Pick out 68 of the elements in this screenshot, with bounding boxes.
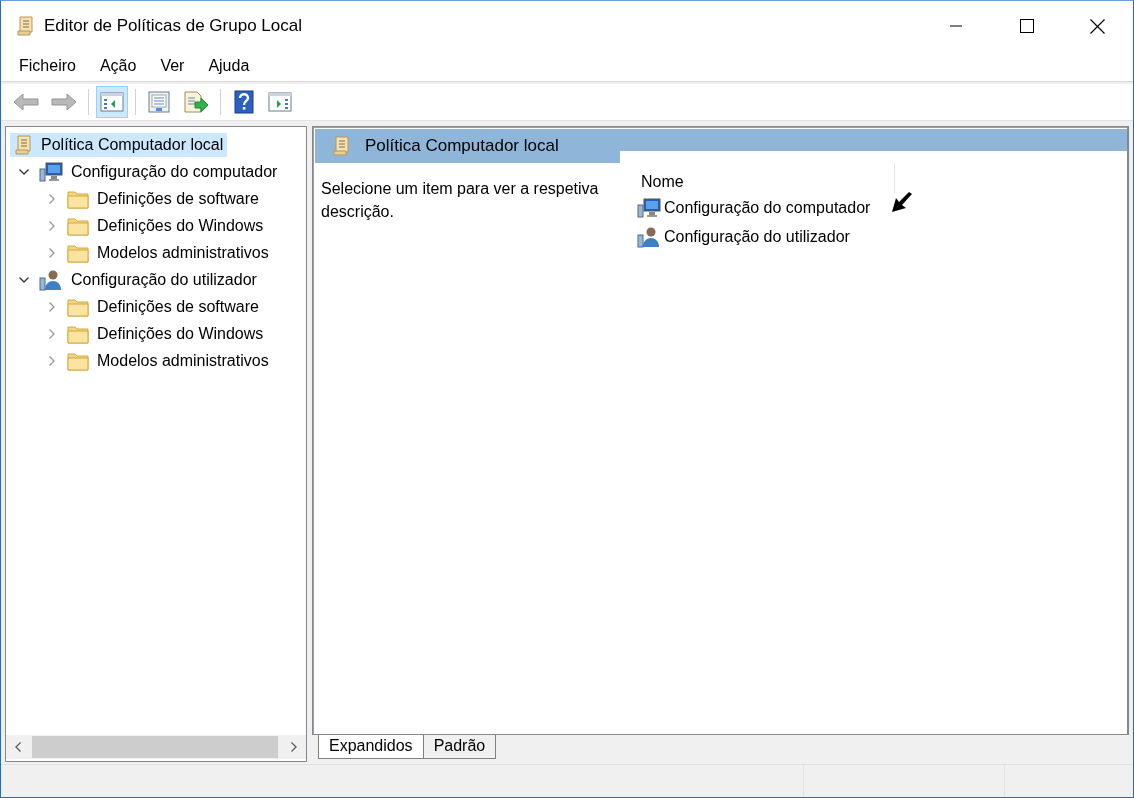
- menu-item[interactable]: Ação: [87, 57, 149, 75]
- list-item-label: Configuração do utilizador: [664, 227, 850, 246]
- tree-item-label: Modelos administrativos: [97, 351, 269, 370]
- tree-item-label: Definições de software: [97, 297, 259, 316]
- action-pane-icon: [268, 92, 292, 112]
- menu-item[interactable]: Ajuda: [196, 57, 262, 75]
- chevron-right-icon: [49, 355, 55, 366]
- minimize-icon: [949, 25, 962, 27]
- toolbar-button[interactable]: [96, 86, 128, 118]
- folder-icon: [67, 242, 89, 263]
- pane-header-title: Política Computador local: [365, 136, 559, 156]
- description-text: Selecione um item para ver a respetiva descrição.: [321, 179, 600, 222]
- tree-item[interactable]: Definições de software: [64, 295, 263, 318]
- folder-icon: [67, 323, 89, 344]
- tree-item-label: Configuração do computador: [71, 162, 278, 181]
- user-icon: [637, 225, 661, 248]
- tree-item[interactable]: Modelos administrativos: [64, 241, 273, 264]
- tree-item[interactable]: Política Computador local: [10, 132, 228, 157]
- folder-icon: [67, 215, 89, 236]
- window-title: Editor de Políticas de Grupo Local: [44, 16, 302, 36]
- scroll-icon: [331, 135, 351, 157]
- scroll-icon: [13, 133, 33, 156]
- folder-icon: [67, 296, 89, 317]
- scroll-right-icon[interactable]: [291, 742, 297, 752]
- help-icon: [234, 90, 254, 114]
- back-arrow-icon: [13, 92, 39, 112]
- chevron-right-icon: [49, 220, 55, 231]
- app-icon: [15, 15, 35, 37]
- menu-item[interactable]: Ficheiro: [7, 57, 88, 75]
- tree-item-label: Política Computador local: [41, 135, 224, 154]
- tree-item-label: Definições do Windows: [97, 324, 264, 343]
- tree-item[interactable]: Configuração do utilizador: [36, 267, 261, 292]
- column-header[interactable]: Nome: [633, 163, 895, 193]
- export-list-icon: [183, 91, 209, 113]
- computer-icon: [39, 160, 63, 183]
- chevron-right-icon: [49, 193, 55, 204]
- tree-item-label: Configuração do utilizador: [71, 270, 257, 289]
- scrollbar-thumb[interactable]: [32, 736, 278, 758]
- chevron-right-icon: [49, 328, 55, 339]
- view-tab[interactable]: Padrão: [422, 735, 497, 759]
- console-tree-icon: [100, 92, 124, 112]
- list-item[interactable]: Configuração do computador: [633, 193, 871, 222]
- maximize-icon: [1019, 19, 1034, 33]
- chevron-down-icon: [19, 276, 29, 283]
- folder-icon: [67, 188, 89, 209]
- scroll-left-icon[interactable]: [15, 742, 21, 752]
- tree-item[interactable]: Definições de software: [64, 187, 263, 210]
- tree-item-label: Definições de software: [97, 189, 259, 208]
- tree-item-label: Definições do Windows: [97, 216, 264, 235]
- arrow-icon: [891, 191, 913, 213]
- forward-arrow-icon: [51, 92, 77, 112]
- tree-item[interactable]: Definições do Windows: [64, 214, 268, 237]
- folder-icon: [67, 350, 89, 371]
- close-icon: [1090, 18, 1105, 34]
- tree-item-label: Modelos administrativos: [97, 243, 269, 262]
- tree-item[interactable]: Definições do Windows: [64, 322, 268, 345]
- list-item[interactable]: Configuração do utilizador: [633, 222, 850, 251]
- chevron-right-icon: [49, 301, 55, 312]
- computer-icon: [637, 196, 661, 219]
- tree-item[interactable]: Configuração do computador: [36, 159, 282, 184]
- view-tab[interactable]: Expandidos: [318, 735, 424, 759]
- user-icon: [39, 268, 63, 291]
- properties-icon: [148, 91, 170, 113]
- chevron-down-icon: [19, 168, 29, 175]
- menu-item[interactable]: Ver: [148, 57, 197, 75]
- list-item-label: Configuração do computador: [664, 198, 871, 217]
- tree-item[interactable]: Modelos administrativos: [64, 349, 273, 372]
- chevron-right-icon: [49, 247, 55, 258]
